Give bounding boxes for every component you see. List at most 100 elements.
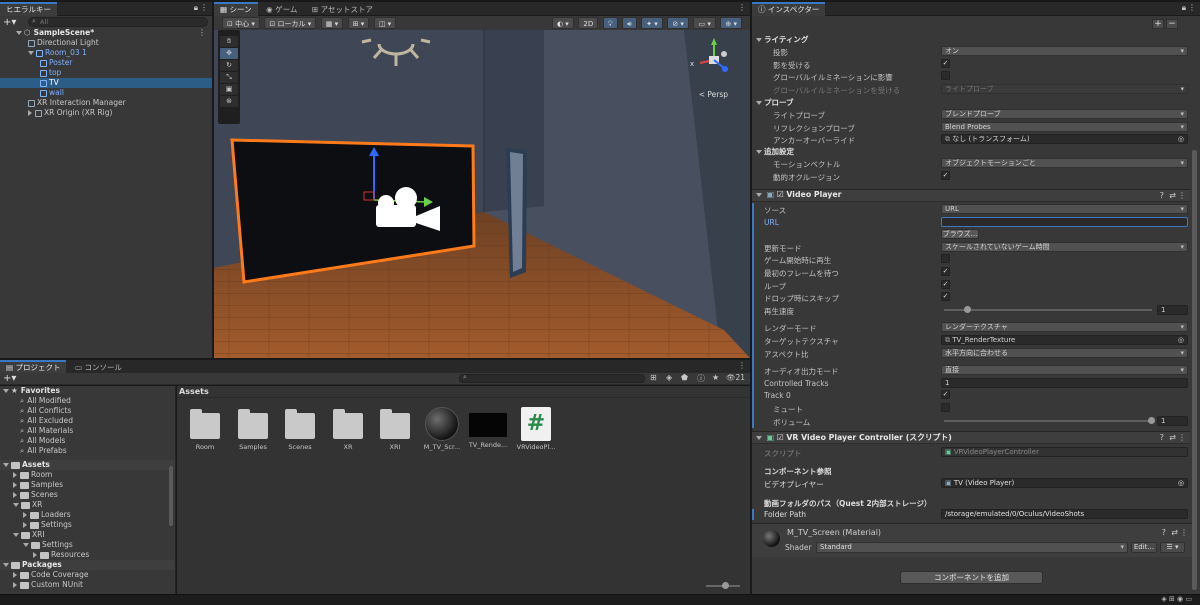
field-dropdown[interactable]: ライトプローブ (941, 83, 1188, 94)
preset-icon[interactable]: ⇄ (1171, 528, 1178, 537)
favorite-item[interactable]: ⌕ All Models (20, 436, 65, 446)
hand-tool-icon[interactable]: ✋︎ (220, 36, 238, 47)
expand-arrow-icon[interactable] (13, 472, 17, 478)
2d-toggle[interactable]: 2D (578, 17, 599, 29)
slider-track[interactable] (944, 416, 1155, 424)
field-dropdown[interactable]: 水平方向に合わせる (941, 347, 1188, 358)
inspector-scrollbar[interactable] (1192, 150, 1197, 590)
asset-item[interactable]: XRI (373, 407, 417, 451)
expand-arrow-icon[interactable] (3, 463, 9, 467)
favorite-item[interactable]: ⌕ All Materials (20, 426, 73, 436)
field-checkbox[interactable]: ✓ (941, 170, 950, 180)
expand-arrow-icon[interactable] (3, 389, 9, 393)
asset-item[interactable]: TV_Rende... (466, 407, 510, 449)
slider-thumb[interactable] (1148, 416, 1155, 424)
visibility-count[interactable]: 👁︎21 (726, 373, 745, 382)
collapse-arrow-icon[interactable] (756, 101, 762, 105)
expand-arrow-icon[interactable] (13, 582, 17, 588)
add-button[interactable]: +▾ (3, 17, 16, 28)
hierarchy-item[interactable]: wall (40, 88, 230, 98)
expand-arrow-icon[interactable] (23, 512, 27, 518)
space-dropdown[interactable]: ⊡ ローカル ▾ (264, 17, 317, 29)
toolbar-extra-button[interactable]: ◫ ▾ (373, 17, 397, 29)
field-checkbox[interactable] (941, 71, 950, 80)
tab-game[interactable]: ◉ ゲーム (260, 3, 303, 17)
help-icon[interactable]: ? (1162, 528, 1166, 537)
object-picker-icon[interactable]: ◎ (1178, 479, 1184, 487)
draw-mode-button[interactable]: ◐ ▾ (551, 17, 574, 29)
project-tree-item[interactable]: Custom NUnit (13, 580, 83, 590)
transform-tool-icon[interactable]: ⊛ (220, 96, 238, 107)
info-icon[interactable]: ⓘ (697, 373, 705, 384)
tab-project[interactable]: ▤ プロジェクト (0, 360, 67, 374)
tab-asset-store[interactable]: ⊞ アセットストア (306, 3, 379, 17)
scale-tool-icon[interactable]: ⤡ (220, 72, 238, 83)
asset-item[interactable]: Room (183, 407, 227, 451)
orientation-gizmo[interactable]: x (690, 38, 734, 84)
tab-inspector[interactable]: ⓘ インスペクター (752, 2, 826, 16)
kebab-menu-icon[interactable]: ⋮ (1188, 3, 1196, 12)
slider-value-input[interactable]: 1 (1157, 415, 1188, 426)
kebab-menu-icon[interactable]: ⋮ (1178, 433, 1186, 442)
favorite-item[interactable]: ⌕ All Prefabs (20, 446, 67, 456)
hierarchy-search-input[interactable]: ⌕ All (28, 17, 208, 27)
collapse-arrow-icon[interactable] (756, 150, 762, 154)
object-field[interactable]: ⧉ なし (トランスフォーム) ◎ (941, 134, 1188, 144)
enable-checkbox[interactable]: ☑ (777, 190, 784, 199)
asset-item[interactable]: M_TV_Scr... (420, 407, 464, 451)
project-tree-item[interactable]: XRI (13, 530, 45, 540)
hierarchy-item[interactable]: Room_03 1 (28, 48, 218, 58)
zoom-slider[interactable] (706, 582, 740, 589)
preset-icon[interactable]: ⇄ (1169, 191, 1176, 200)
kebab-menu-icon[interactable]: ⋮ (738, 3, 746, 12)
list-add-button[interactable]: + (1152, 19, 1164, 29)
assets-breadcrumb[interactable]: Assets (179, 387, 209, 396)
section-header[interactable]: 追加設定 (756, 146, 794, 157)
expand-arrow-icon[interactable] (13, 533, 19, 537)
gizmos-button-icon[interactable]: ⊕ ▾ (720, 17, 742, 29)
shader-edit-button[interactable]: Edit... (1131, 542, 1157, 553)
asset-item[interactable]: XR (326, 407, 370, 451)
favorite-item[interactable]: ⌕ All Modified (20, 396, 71, 406)
text-input[interactable] (941, 216, 1188, 227)
help-icon[interactable]: ? (1160, 191, 1164, 200)
expand-arrow-icon[interactable] (13, 572, 17, 578)
lock-icon[interactable]: 🔒︎ (194, 3, 198, 13)
section-header[interactable]: プローブ (756, 97, 794, 108)
field-checkbox[interactable]: ✓ (941, 292, 950, 302)
add-component-button[interactable]: コンポーネントを追加 (900, 571, 1043, 584)
expand-arrow-icon[interactable] (23, 522, 27, 528)
rotate-tool-icon[interactable]: ↻ (220, 60, 238, 71)
field-checkbox[interactable]: ✓ (941, 279, 950, 289)
hierarchy-item[interactable]: Directional Light (28, 38, 218, 48)
field-dropdown[interactable]: レンダーテクスチャ (941, 322, 1188, 333)
scene-viewport[interactable]: ✋︎ ✥ ↻ ⤡ ▣ ⊛ x < Persp (214, 30, 750, 358)
collapse-arrow-icon[interactable] (756, 192, 762, 197)
enable-checkbox[interactable]: ☑ (777, 433, 784, 442)
video-player-header[interactable]: ▣ ☑ Video Player ? ⇄ ⋮ (752, 189, 1190, 202)
field-checkbox[interactable]: ✓ (941, 58, 950, 68)
favorite-item[interactable]: ⌕ All Conflicts (20, 406, 71, 416)
field-dropdown[interactable]: URL (941, 204, 1188, 214)
move-tool-icon[interactable]: ✥ (220, 48, 238, 59)
field-dropdown[interactable]: オン (941, 46, 1188, 56)
rect-tool-icon[interactable]: ▣ (220, 84, 238, 95)
text-input[interactable]: 1 (941, 377, 1188, 388)
kebab-menu-icon[interactable]: ⋮ (200, 3, 208, 12)
favorites-header[interactable]: ★ Favorites (3, 386, 60, 396)
kebab-menu-icon[interactable]: ⋮ (738, 361, 746, 370)
hierarchy-item[interactable]: ⬡ SampleScene* (16, 28, 206, 38)
project-tree-item[interactable]: Resources (33, 550, 89, 560)
slider-track[interactable] (944, 305, 1152, 313)
lighting-toggle-icon[interactable]: 💡︎ (602, 17, 618, 29)
camera-button-icon[interactable]: ▭ ▾ (693, 17, 716, 29)
expand-arrow-icon[interactable] (23, 543, 29, 547)
preset-icon[interactable]: ⇄ (1169, 433, 1176, 442)
project-tree-item[interactable]: Settings (23, 520, 72, 530)
shader-menu-button[interactable]: ☰ ▾ (1160, 542, 1185, 553)
field-dropdown[interactable]: Blend Probes (941, 121, 1188, 132)
hierarchy-item[interactable]: XR Origin (XR Rig) (28, 108, 218, 118)
field-checkbox[interactable]: ✓ (941, 390, 950, 400)
list-remove-button[interactable]: − (1166, 19, 1178, 29)
kebab-menu-icon[interactable]: ⋮ (198, 28, 206, 37)
